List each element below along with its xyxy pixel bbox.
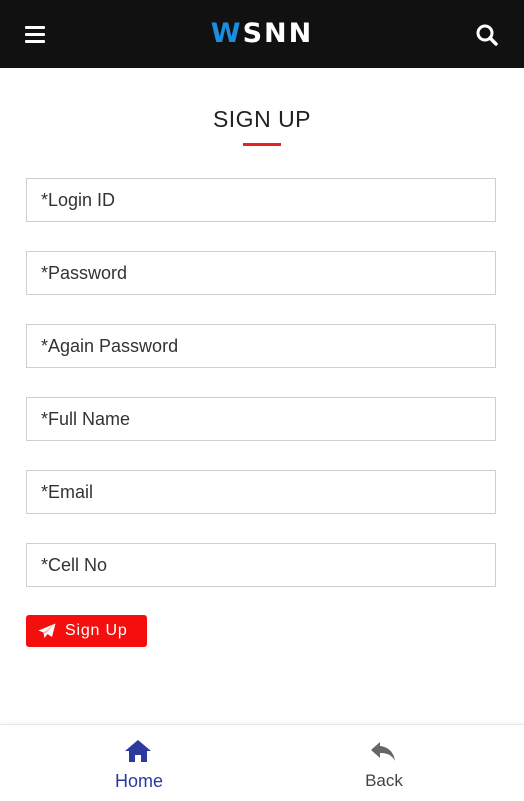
brand-logo-accent: W — [210, 18, 243, 49]
bottom-navigation: Home Back — [0, 724, 524, 801]
top-app-bar: WSNN — [0, 0, 524, 68]
nav-item-home[interactable]: Home — [8, 725, 270, 801]
nav-item-back-label: Back — [365, 771, 403, 790]
again-password-field[interactable] — [26, 324, 496, 368]
password-field[interactable] — [26, 251, 496, 295]
cell-no-field[interactable] — [26, 543, 496, 587]
login-id-field[interactable] — [26, 178, 496, 222]
sign-up-button-label: Sign Up — [65, 622, 128, 639]
paper-plane-icon — [38, 623, 56, 638]
back-arrow-icon — [371, 742, 395, 761]
full-name-field[interactable] — [26, 397, 496, 441]
brand-logo[interactable]: WSNN — [0, 17, 524, 51]
search-icon — [476, 24, 498, 46]
page-title: SIGN UP — [212, 106, 312, 132]
brand-logo-text: SNN — [242, 18, 314, 49]
nav-item-back[interactable]: Back — [253, 725, 515, 801]
home-icon — [125, 740, 151, 762]
search-button[interactable] — [472, 20, 502, 50]
nav-item-home-label: Home — [114, 771, 163, 791]
signup-form-container: SIGN UP Sign Up — [0, 68, 524, 724]
title-underline — [243, 143, 281, 146]
email-field[interactable] — [26, 470, 496, 514]
sign-up-button[interactable]: Sign Up — [26, 615, 147, 647]
